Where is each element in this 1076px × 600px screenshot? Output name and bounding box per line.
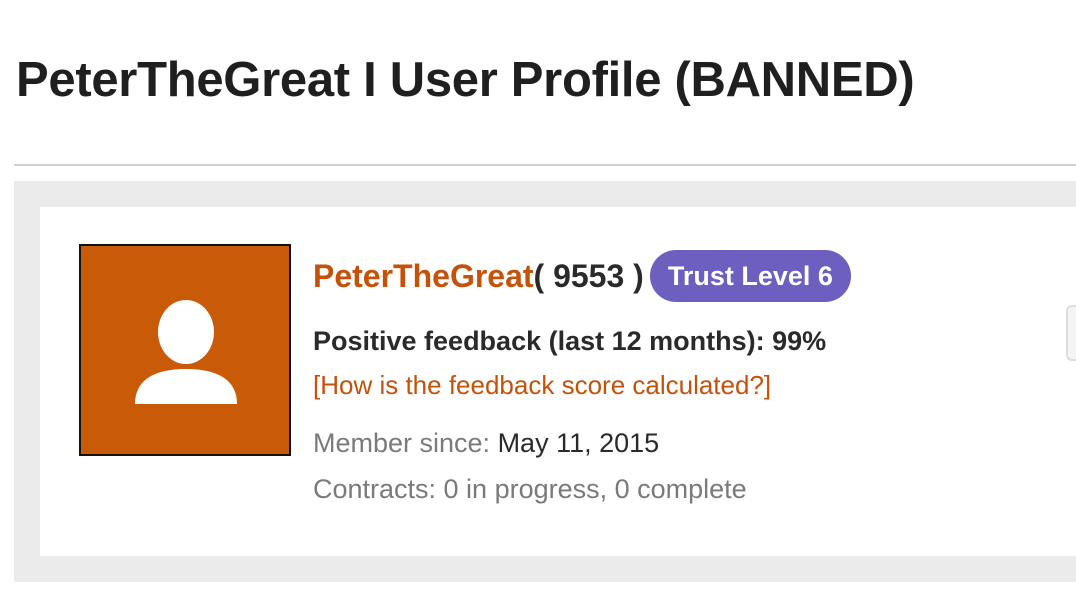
- trust-level-badge: Trust Level 6: [649, 250, 851, 302]
- contracts-summary: Contracts: 0 in progress, 0 complete: [313, 474, 747, 504]
- feedback-calculation-link[interactable]: [How is the feedback score calculated?]: [313, 370, 771, 401]
- positive-feedback: Positive feedback (last 12 months): 99%: [313, 326, 827, 356]
- member-since: Member since: May 11, 2015: [313, 428, 659, 459]
- header-divider: [14, 164, 1076, 166]
- page-title: PeterTheGreat I User Profile (BANNED): [16, 53, 915, 107]
- side-action-button[interactable]: [1066, 305, 1076, 361]
- member-since-value: May 11, 2015: [497, 428, 660, 458]
- member-since-label: Member since:: [313, 428, 498, 458]
- profile-name-line: PeterTheGreat ( 9553 ) Trust Level 6: [313, 250, 851, 302]
- user-score: ( 9553 ): [533, 258, 644, 294]
- user-silhouette-icon: [135, 300, 237, 404]
- avatar: [79, 244, 291, 456]
- profile-page: PeterTheGreat I User Profile (BANNED) Pe…: [0, 0, 1076, 600]
- username-link[interactable]: PeterTheGreat: [313, 256, 534, 296]
